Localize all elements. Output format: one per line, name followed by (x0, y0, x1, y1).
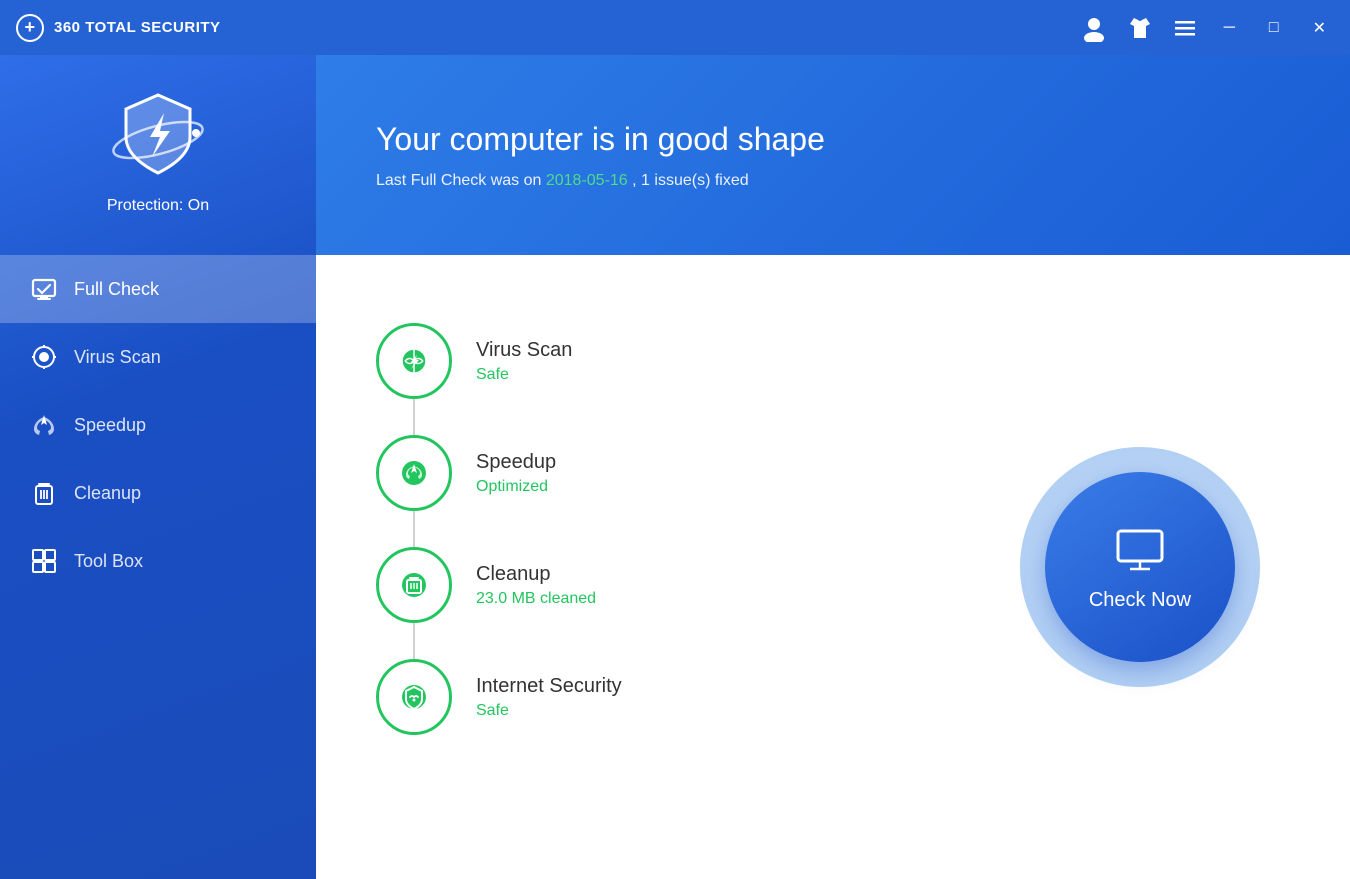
user-icon[interactable] (1080, 14, 1108, 42)
check-now-outer-ring: Check Now (1020, 447, 1260, 687)
sidebar-item-label: Tool Box (74, 551, 143, 572)
sidebar-item-label: Full Check (74, 279, 159, 300)
cleanup-label: Cleanup (476, 563, 596, 586)
menu-icon[interactable] (1172, 15, 1198, 41)
virus-scan-circle (376, 323, 452, 399)
sidebar-item-cleanup[interactable]: Cleanup (0, 459, 316, 527)
internet-security-value: Safe (476, 702, 622, 720)
sidebar-item-label: Virus Scan (74, 347, 161, 368)
last-check-date: 2018-05-16 (546, 172, 628, 189)
virus-scan-value: Safe (476, 366, 572, 384)
status-item-internet-security: Internet Security Safe (376, 641, 930, 753)
status-list: Virus Scan Safe Sp (376, 305, 930, 829)
header-title: Your computer is in good shape (376, 121, 1290, 158)
sidebar-logo: Protection: On (107, 85, 209, 215)
header-banner: Your computer is in good shape Last Full… (316, 55, 1350, 255)
virus-scan-label: Virus Scan (476, 339, 572, 362)
status-item-cleanup: Cleanup 23.0 MB cleaned (376, 529, 930, 641)
speedup-label: Speedup (476, 451, 556, 474)
cleanup-circle (376, 547, 452, 623)
subtitle-prefix: Last Full Check was on (376, 172, 546, 189)
app-logo-icon: + (16, 14, 44, 42)
main-layout: Protection: On Full Check (0, 55, 1350, 879)
check-area: Virus Scan Safe Sp (316, 255, 1350, 879)
sidebar-item-virus-scan[interactable]: Virus Scan (0, 323, 316, 391)
sidebar-item-speedup[interactable]: Speedup (0, 391, 316, 459)
subtitle-suffix: , 1 issue(s) fixed (628, 172, 749, 189)
content-area: Your computer is in good shape Last Full… (316, 55, 1350, 879)
app-title: 360 TOTAL SECURITY (54, 19, 221, 36)
internet-security-circle (376, 659, 452, 735)
sidebar-item-label: Cleanup (74, 483, 141, 504)
minimize-button[interactable]: ─ (1216, 15, 1243, 41)
status-item-virus-scan: Virus Scan Safe (376, 305, 930, 417)
window-controls: ─ □ ✕ (1080, 14, 1334, 42)
internet-security-label: Internet Security (476, 675, 622, 698)
theme-icon[interactable] (1126, 14, 1154, 42)
sidebar: Protection: On Full Check (0, 55, 316, 879)
app-title-area: + 360 TOTAL SECURITY (16, 14, 221, 42)
protection-status: Protection: On (107, 197, 209, 215)
sidebar-navigation: Full Check Virus Scan (0, 255, 316, 595)
shield-icon (108, 85, 208, 185)
speedup-value: Optimized (476, 478, 556, 496)
check-now-label: Check Now (1089, 589, 1191, 612)
sidebar-item-label: Speedup (74, 415, 146, 436)
sidebar-item-full-check[interactable]: Full Check (0, 255, 316, 323)
header-subtitle: Last Full Check was on 2018-05-16 , 1 is… (376, 172, 1290, 190)
check-now-wrapper: Check Now (990, 305, 1290, 829)
status-item-speedup: Speedup Optimized (376, 417, 930, 529)
title-bar: + 360 TOTAL SECURITY ─ □ ✕ (0, 0, 1350, 55)
check-now-button[interactable]: Check Now (1045, 472, 1235, 662)
speedup-text: Speedup Optimized (476, 451, 556, 496)
sidebar-item-tool-box[interactable]: Tool Box (0, 527, 316, 595)
internet-security-text: Internet Security Safe (476, 675, 622, 720)
speedup-circle (376, 435, 452, 511)
cleanup-value: 23.0 MB cleaned (476, 590, 596, 608)
close-button[interactable]: ✕ (1305, 14, 1334, 42)
cleanup-text: Cleanup 23.0 MB cleaned (476, 563, 596, 608)
virus-scan-text: Virus Scan Safe (476, 339, 572, 384)
maximize-button[interactable]: □ (1261, 15, 1287, 41)
